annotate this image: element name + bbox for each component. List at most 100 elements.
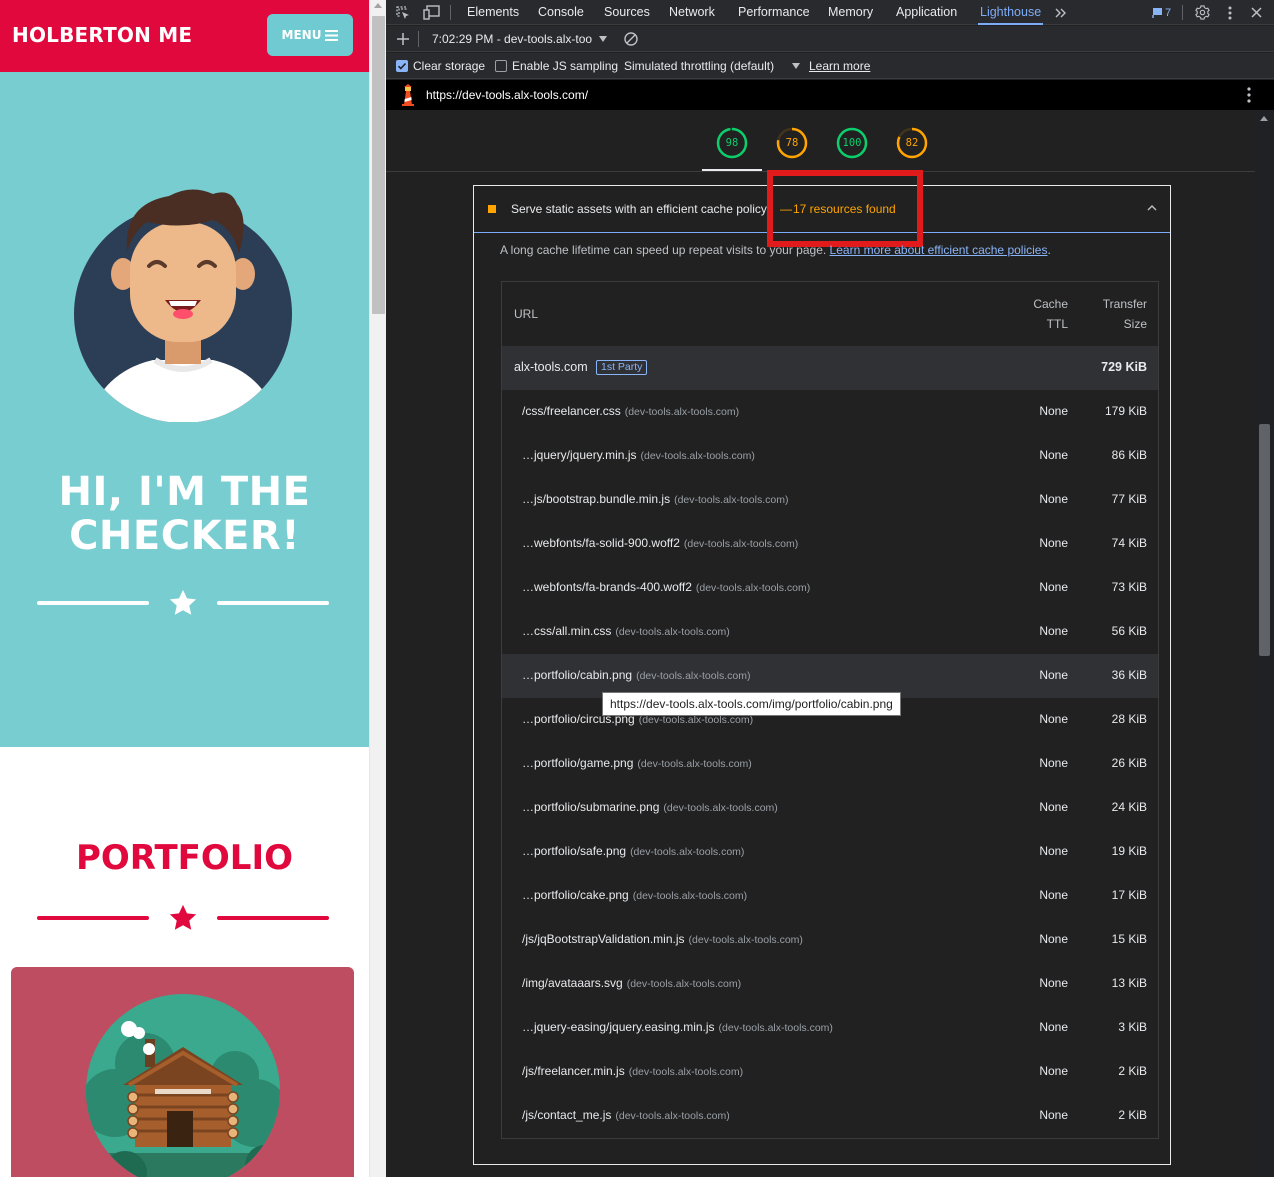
report-scrollbar[interactable] xyxy=(1255,110,1274,1177)
portfolio-item-cabin[interactable] xyxy=(11,967,354,1177)
gauge-seo[interactable]: 82 xyxy=(896,127,928,159)
menu-button[interactable]: MENU xyxy=(267,14,353,56)
table-row[interactable]: /js/jqBootstrapValidation.min.js (dev-too… xyxy=(502,918,1158,962)
tab-elements[interactable]: Elements xyxy=(465,0,521,25)
more-tabs-chevron-icon[interactable] xyxy=(1049,0,1073,25)
resource-url[interactable]: /css/freelancer.css (dev-tools.alx-tools.… xyxy=(522,404,739,418)
resource-path[interactable]: /js/freelancer.min.js xyxy=(522,1064,625,1078)
resource-path[interactable]: …css/all.min.css xyxy=(522,624,611,638)
resource-path[interactable]: …webfonts/fa-solid-900.woff2 xyxy=(522,536,680,550)
tab-separator xyxy=(450,5,451,20)
resource-url[interactable]: …portfolio/cake.png (dev-tools.alx-tools.… xyxy=(522,888,747,902)
page-scrollbar-thumb[interactable] xyxy=(372,16,385,314)
resource-url[interactable]: /js/jqBootstrapValidation.min.js (dev-too… xyxy=(522,932,803,946)
table-row[interactable]: …portfolio/submarine.png (dev-tools.alx-t… xyxy=(502,786,1158,830)
column-header-ttl-line-1: Cache xyxy=(1033,297,1068,311)
scroll-up-arrow-icon[interactable] xyxy=(374,3,382,8)
resource-url[interactable]: …webfonts/fa-brands-400.woff2 (dev-tools.… xyxy=(522,580,810,594)
report-menu-icon[interactable] xyxy=(1246,86,1252,104)
clear-storage-checkbox[interactable] xyxy=(396,60,408,72)
resource-path[interactable]: …portfolio/submarine.png xyxy=(522,800,659,814)
resource-url[interactable]: …js/bootstrap.bundle.min.js (dev-tools.al… xyxy=(522,492,788,506)
table-row[interactable]: …jquery/jquery.min.js (dev-tools.alx-tool… xyxy=(502,434,1158,478)
learn-more-link[interactable]: Learn more xyxy=(809,53,870,79)
inspect-element-icon[interactable] xyxy=(391,0,415,25)
gauge-accessibility[interactable]: 78 xyxy=(776,127,808,159)
table-row[interactable]: /js/freelancer.min.js (dev-tools.alx-tool… xyxy=(502,1050,1158,1094)
table-row[interactable]: /js/contact_me.js (dev-tools.alx-tools.co… xyxy=(502,1094,1158,1138)
resource-url[interactable]: …jquery-easing/jquery.easing.min.js (dev-… xyxy=(522,1020,833,1034)
page-scrollbar[interactable] xyxy=(369,0,386,1177)
resource-path[interactable]: /js/contact_me.js xyxy=(522,1108,611,1122)
resource-path[interactable]: …jquery/jquery.min.js xyxy=(522,448,636,462)
table-row[interactable]: …webfonts/fa-brands-400.woff2 (dev-tools.… xyxy=(502,566,1158,610)
tab-performance[interactable]: Performance xyxy=(736,0,812,25)
table-row[interactable]: …webfonts/fa-solid-900.woff2 (dev-tools.a… xyxy=(502,522,1158,566)
audit-learn-more-link[interactable]: Learn more about efficient cache policie… xyxy=(830,243,1048,257)
report-scrollbar-thumb[interactable] xyxy=(1259,424,1270,656)
tab-application[interactable]: Application xyxy=(894,0,959,25)
table-row[interactable]: …css/all.min.css (dev-tools.alx-tools.com… xyxy=(502,610,1158,654)
table-row[interactable]: …portfolio/cake.png (dev-tools.alx-tools.… xyxy=(502,874,1158,918)
resource-cache-ttl: None xyxy=(1039,1108,1068,1122)
table-row[interactable]: /img/avataaars.svg (dev-tools.alx-tools.c… xyxy=(502,962,1158,1006)
resource-url[interactable]: …portfolio/game.png (dev-tools.alx-tools.… xyxy=(522,756,752,770)
dropdown-caret-icon[interactable] xyxy=(599,36,607,42)
audit-header[interactable]: Serve static assets with an efficient ca… xyxy=(474,170,1170,247)
issues-counter[interactable]: 7 xyxy=(1152,5,1171,20)
column-header-transfer-size: Transfer Size xyxy=(1103,294,1147,334)
report-selector[interactable]: 7:02:29 PM - dev-tools.alx-too xyxy=(432,26,592,52)
resource-path[interactable]: /img/avataaars.svg xyxy=(522,976,623,990)
tab-console[interactable]: Console xyxy=(536,0,586,25)
table-row[interactable]: …js/bootstrap.bundle.min.js (dev-tools.al… xyxy=(502,478,1158,522)
resource-path[interactable]: …portfolio/game.png xyxy=(522,756,633,770)
resource-url[interactable]: /js/freelancer.min.js (dev-tools.alx-tool… xyxy=(522,1064,743,1078)
clear-reports-block-icon[interactable] xyxy=(623,31,639,47)
gauge-best-practices[interactable]: 100 xyxy=(836,127,868,159)
resource-url[interactable]: /img/avataaars.svg (dev-tools.alx-tools.c… xyxy=(522,976,741,990)
resource-path[interactable]: …js/bootstrap.bundle.min.js xyxy=(522,492,670,506)
resource-url[interactable]: …css/all.min.css (dev-tools.alx-tools.com… xyxy=(522,624,730,638)
hero-title: HI, I'M THE CHECKER! xyxy=(0,470,369,558)
tab-memory[interactable]: Memory xyxy=(826,0,875,25)
resource-url[interactable]: …portfolio/safe.png (dev-tools.alx-tools.… xyxy=(522,844,744,858)
table-row[interactable]: /css/freelancer.css (dev-tools.alx-tools.… xyxy=(502,390,1158,434)
js-sampling-label[interactable]: Enable JS sampling xyxy=(512,53,618,79)
resource-url[interactable]: …webfonts/fa-solid-900.woff2 (dev-tools.a… xyxy=(522,536,798,550)
clear-storage-label[interactable]: Clear storage xyxy=(413,53,485,79)
resource-path[interactable]: …portfolio/safe.png xyxy=(522,844,626,858)
resource-url[interactable]: /js/contact_me.js (dev-tools.alx-tools.co… xyxy=(522,1108,730,1122)
resource-url[interactable]: …jquery/jquery.min.js (dev-tools.alx-tool… xyxy=(522,448,755,462)
table-row[interactable]: …jquery-easing/jquery.easing.min.js (dev-… xyxy=(502,1006,1158,1050)
hero-title-line-2: CHECKER! xyxy=(69,513,300,559)
site-brand[interactable]: HOLBERTON ME xyxy=(12,23,192,47)
resource-cache-ttl: None xyxy=(1039,624,1068,638)
close-devtools-icon[interactable] xyxy=(1244,0,1268,25)
scroll-up-arrow-icon[interactable] xyxy=(1260,116,1268,121)
resource-url[interactable]: …portfolio/cabin.png (dev-tools.alx-tools… xyxy=(522,668,750,682)
kebab-menu-icon[interactable] xyxy=(1218,0,1242,25)
resource-path[interactable]: …portfolio/cabin.png xyxy=(522,668,632,682)
tab-sources[interactable]: Sources xyxy=(602,0,652,25)
throttling-dropdown-icon[interactable] xyxy=(792,63,800,69)
resource-path[interactable]: …portfolio/cake.png xyxy=(522,888,629,902)
gauge-score: 78 xyxy=(785,137,799,149)
device-toolbar-icon[interactable] xyxy=(419,0,443,25)
table-row[interactable]: …portfolio/safe.png (dev-tools.alx-tools.… xyxy=(502,830,1158,874)
new-report-plus-icon[interactable] xyxy=(391,26,415,52)
resource-path[interactable]: /css/freelancer.css xyxy=(522,404,621,418)
js-sampling-checkbox[interactable] xyxy=(495,60,507,72)
table-row[interactable]: …portfolio/game.png (dev-tools.alx-tools.… xyxy=(502,742,1158,786)
chevron-up-icon[interactable] xyxy=(1146,203,1158,213)
resource-transfer-size: 28 KiB xyxy=(1111,712,1147,726)
gauge-score: 98 xyxy=(725,137,739,149)
resource-path[interactable]: /js/jqBootstrapValidation.min.js xyxy=(522,932,685,946)
resource-url[interactable]: …portfolio/submarine.png (dev-tools.alx-t… xyxy=(522,800,778,814)
gauge-performance[interactable]: 98 xyxy=(716,127,748,159)
tab-network[interactable]: Network xyxy=(667,0,717,25)
resource-transfer-size: 56 KiB xyxy=(1111,624,1147,638)
resource-path[interactable]: …jquery-easing/jquery.easing.min.js xyxy=(522,1020,715,1034)
tab-lighthouse[interactable]: Lighthouse xyxy=(978,0,1044,25)
resource-path[interactable]: …webfonts/fa-brands-400.woff2 xyxy=(522,580,692,594)
settings-gear-icon[interactable] xyxy=(1190,0,1214,25)
